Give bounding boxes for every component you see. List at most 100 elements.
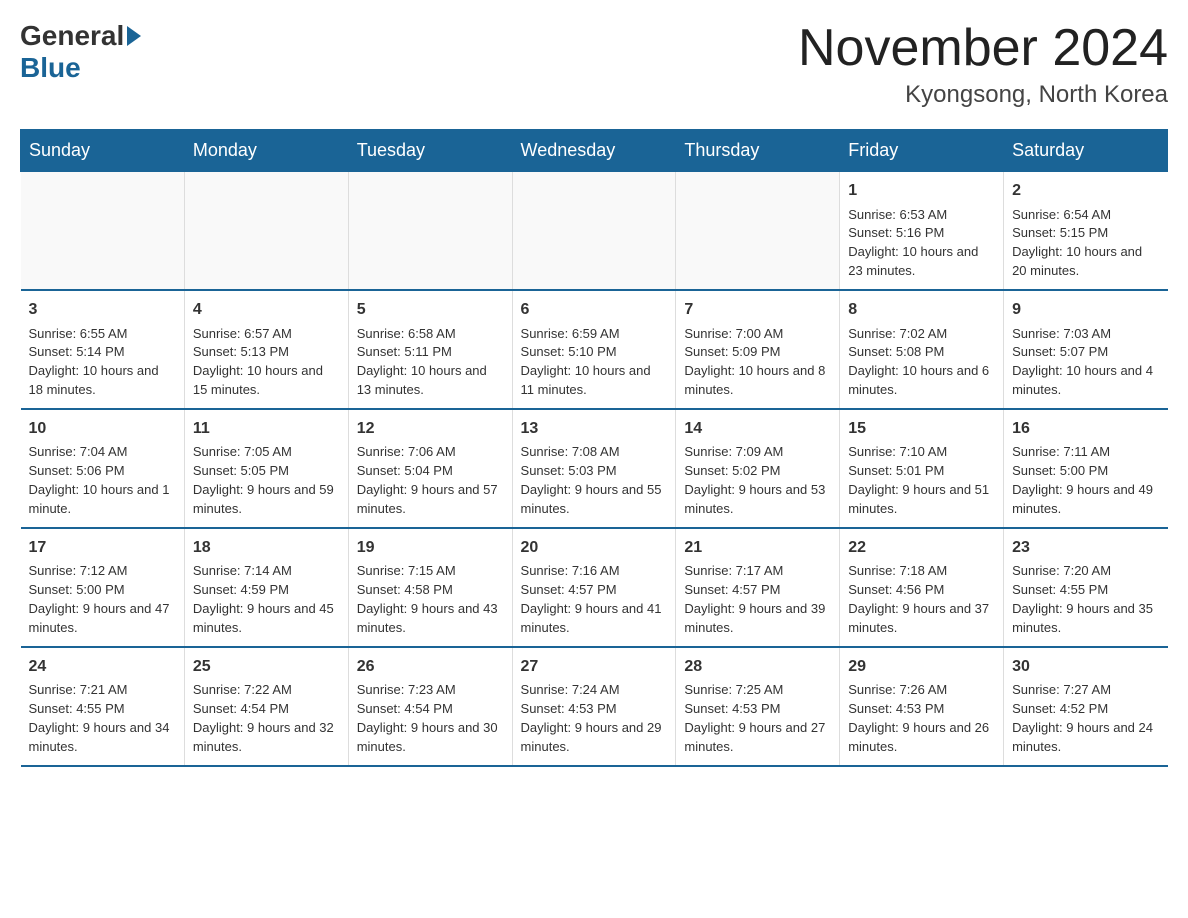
day-number: 30 — [1012, 656, 1159, 678]
day-info: Sunrise: 7:20 AM Sunset: 4:55 PM Dayligh… — [1012, 563, 1153, 635]
weekday-header-friday: Friday — [840, 130, 1004, 172]
day-info: Sunrise: 7:23 AM Sunset: 4:54 PM Dayligh… — [357, 682, 498, 754]
day-info: Sunrise: 7:21 AM Sunset: 4:55 PM Dayligh… — [29, 682, 170, 754]
weekday-header-sunday: Sunday — [21, 130, 185, 172]
calendar-cell: 27Sunrise: 7:24 AM Sunset: 4:53 PM Dayli… — [512, 647, 676, 766]
day-number: 12 — [357, 418, 504, 440]
day-number: 29 — [848, 656, 995, 678]
day-info: Sunrise: 6:55 AM Sunset: 5:14 PM Dayligh… — [29, 326, 159, 398]
day-info: Sunrise: 7:00 AM Sunset: 5:09 PM Dayligh… — [684, 326, 825, 398]
day-number: 22 — [848, 537, 995, 559]
calendar-cell: 6Sunrise: 6:59 AM Sunset: 5:10 PM Daylig… — [512, 290, 676, 409]
day-number: 21 — [684, 537, 831, 559]
day-number: 10 — [29, 418, 176, 440]
calendar-cell: 9Sunrise: 7:03 AM Sunset: 5:07 PM Daylig… — [1004, 290, 1168, 409]
day-info: Sunrise: 7:06 AM Sunset: 5:04 PM Dayligh… — [357, 444, 498, 516]
day-info: Sunrise: 7:16 AM Sunset: 4:57 PM Dayligh… — [521, 563, 662, 635]
calendar-cell: 14 Sunrise: 7:09 AM Sunset: 5:02 PM Dayli… — [676, 409, 840, 528]
calendar-cell — [184, 172, 348, 290]
logo-blue-text: Blue — [20, 52, 81, 83]
calendar-cell: 23 Sunrise: 7:20 AM Sunset: 4:55 PM Dayli… — [1004, 528, 1168, 647]
calendar-cell: 8 Sunrise: 7:02 AM Sunset: 5:08 PM Daylig… — [840, 290, 1004, 409]
calendar-cell: 3 Sunrise: 6:55 AM Sunset: 5:14 PM Daylig… — [21, 290, 185, 409]
month-title: November 2024 — [798, 20, 1168, 77]
day-number: 6 — [521, 299, 668, 321]
logo-general-text: General — [20, 20, 124, 52]
calendar-cell: 10 Sunrise: 7:04 AM Sunset: 5:06 PM Dayli… — [21, 409, 185, 528]
calendar-cell: 28 Sunrise: 7:25 AM Sunset: 4:53 PM Dayli… — [676, 647, 840, 766]
day-info: Sunrise: 7:18 AM Sunset: 4:56 PM Dayligh… — [848, 563, 989, 635]
day-info: Sunrise: 7:14 AM Sunset: 4:59 PM Dayligh… — [193, 563, 334, 635]
calendar-week-row: 10 Sunrise: 7:04 AM Sunset: 5:06 PM Dayli… — [21, 409, 1168, 528]
day-number: 28 — [684, 656, 831, 678]
day-info: Sunrise: 7:17 AM Sunset: 4:57 PM Dayligh… — [684, 563, 825, 635]
location-title: Kyongsong, North Korea — [798, 81, 1168, 109]
calendar-cell: 11 Sunrise: 7:05 AM Sunset: 5:05 PM Dayli… — [184, 409, 348, 528]
calendar-body: 1 Sunrise: 6:53 AM Sunset: 5:16 PM Daylig… — [21, 172, 1168, 766]
day-number: 23 — [1012, 537, 1159, 559]
calendar-table: SundayMondayTuesdayWednesdayThursdayFrid… — [20, 129, 1168, 767]
day-number: 27 — [521, 656, 668, 678]
day-info: Sunrise: 7:12 AM Sunset: 5:00 PM Dayligh… — [29, 563, 170, 635]
calendar-cell: 30Sunrise: 7:27 AM Sunset: 4:52 PM Dayli… — [1004, 647, 1168, 766]
calendar-week-row: 17 Sunrise: 7:12 AM Sunset: 5:00 PM Dayli… — [21, 528, 1168, 647]
day-number: 19 — [357, 537, 504, 559]
weekday-header-thursday: Thursday — [676, 130, 840, 172]
day-number: 1 — [848, 180, 995, 202]
day-number: 3 — [29, 299, 176, 321]
day-info: Sunrise: 7:25 AM Sunset: 4:53 PM Dayligh… — [684, 682, 825, 754]
day-number: 4 — [193, 299, 340, 321]
day-info: Sunrise: 7:15 AM Sunset: 4:58 PM Dayligh… — [357, 563, 498, 635]
day-number: 2 — [1012, 180, 1159, 202]
calendar-cell: 7Sunrise: 7:00 AM Sunset: 5:09 PM Daylig… — [676, 290, 840, 409]
day-info: Sunrise: 7:02 AM Sunset: 5:08 PM Dayligh… — [848, 326, 989, 398]
logo-arrow-icon — [127, 26, 141, 46]
calendar-cell: 24 Sunrise: 7:21 AM Sunset: 4:55 PM Dayli… — [21, 647, 185, 766]
day-number: 25 — [193, 656, 340, 678]
day-number: 8 — [848, 299, 995, 321]
day-info: Sunrise: 7:09 AM Sunset: 5:02 PM Dayligh… — [684, 444, 825, 516]
calendar-cell — [676, 172, 840, 290]
day-info: Sunrise: 6:57 AM Sunset: 5:13 PM Dayligh… — [193, 326, 323, 398]
calendar-cell: 13 Sunrise: 7:08 AM Sunset: 5:03 PM Dayli… — [512, 409, 676, 528]
weekday-header-tuesday: Tuesday — [348, 130, 512, 172]
day-number: 11 — [193, 418, 340, 440]
calendar-cell: 21 Sunrise: 7:17 AM Sunset: 4:57 PM Dayli… — [676, 528, 840, 647]
page-header: General Blue November 2024 Kyongsong, No… — [20, 20, 1168, 109]
day-info: Sunrise: 6:54 AM Sunset: 5:15 PM Dayligh… — [1012, 207, 1142, 279]
calendar-cell: 26 Sunrise: 7:23 AM Sunset: 4:54 PM Dayli… — [348, 647, 512, 766]
weekday-header-row: SundayMondayTuesdayWednesdayThursdayFrid… — [21, 130, 1168, 172]
day-number: 17 — [29, 537, 176, 559]
weekday-header-monday: Monday — [184, 130, 348, 172]
day-info: Sunrise: 7:10 AM Sunset: 5:01 PM Dayligh… — [848, 444, 989, 516]
day-number: 5 — [357, 299, 504, 321]
calendar-cell: 17 Sunrise: 7:12 AM Sunset: 5:00 PM Dayli… — [21, 528, 185, 647]
day-info: Sunrise: 6:53 AM Sunset: 5:16 PM Dayligh… — [848, 207, 978, 279]
calendar-cell: 19 Sunrise: 7:15 AM Sunset: 4:58 PM Dayli… — [348, 528, 512, 647]
calendar-cell: 29Sunrise: 7:26 AM Sunset: 4:53 PM Dayli… — [840, 647, 1004, 766]
day-info: Sunrise: 7:04 AM Sunset: 5:06 PM Dayligh… — [29, 444, 170, 516]
day-number: 26 — [357, 656, 504, 678]
calendar-week-row: 1 Sunrise: 6:53 AM Sunset: 5:16 PM Daylig… — [21, 172, 1168, 290]
calendar-cell — [348, 172, 512, 290]
day-info: Sunrise: 7:11 AM Sunset: 5:00 PM Dayligh… — [1012, 444, 1153, 516]
weekday-header-wednesday: Wednesday — [512, 130, 676, 172]
calendar-cell — [512, 172, 676, 290]
calendar-week-row: 3 Sunrise: 6:55 AM Sunset: 5:14 PM Daylig… — [21, 290, 1168, 409]
day-number: 14 — [684, 418, 831, 440]
day-info: Sunrise: 7:05 AM Sunset: 5:05 PM Dayligh… — [193, 444, 334, 516]
day-info: Sunrise: 7:08 AM Sunset: 5:03 PM Dayligh… — [521, 444, 662, 516]
day-number: 20 — [521, 537, 668, 559]
weekday-header-saturday: Saturday — [1004, 130, 1168, 172]
calendar-cell: 1 Sunrise: 6:53 AM Sunset: 5:16 PM Daylig… — [840, 172, 1004, 290]
calendar-week-row: 24 Sunrise: 7:21 AM Sunset: 4:55 PM Dayli… — [21, 647, 1168, 766]
calendar-cell: 18Sunrise: 7:14 AM Sunset: 4:59 PM Dayli… — [184, 528, 348, 647]
calendar-cell — [21, 172, 185, 290]
calendar-cell: 16Sunrise: 7:11 AM Sunset: 5:00 PM Dayli… — [1004, 409, 1168, 528]
calendar-cell: 2 Sunrise: 6:54 AM Sunset: 5:15 PM Daylig… — [1004, 172, 1168, 290]
day-number: 24 — [29, 656, 176, 678]
day-number: 13 — [521, 418, 668, 440]
calendar-cell: 12 Sunrise: 7:06 AM Sunset: 5:04 PM Dayli… — [348, 409, 512, 528]
day-info: Sunrise: 7:03 AM Sunset: 5:07 PM Dayligh… — [1012, 326, 1153, 398]
calendar-cell: 22 Sunrise: 7:18 AM Sunset: 4:56 PM Dayli… — [840, 528, 1004, 647]
